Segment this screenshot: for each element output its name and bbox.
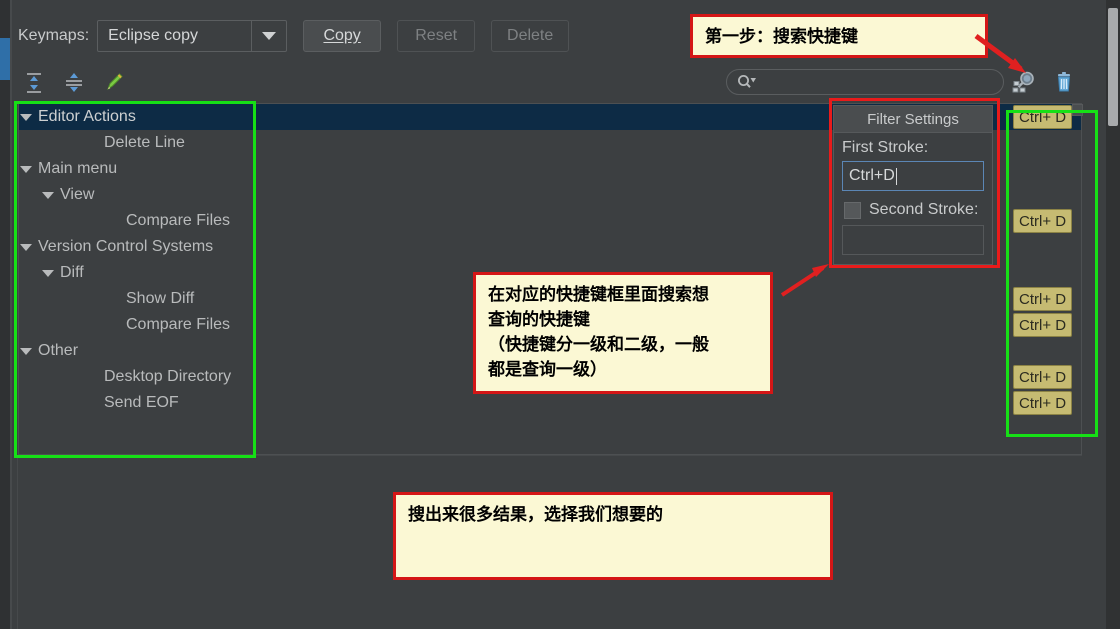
chevron-down-icon — [262, 32, 277, 40]
scrollbar-thumb[interactable] — [1108, 8, 1118, 126]
annotation-middle-line2: 查询的快捷键 — [488, 310, 590, 330]
annotation-bottom: 搜出来很多结果，选择我们想要的 — [393, 492, 833, 580]
text-cursor — [895, 167, 897, 185]
reset-button-label: Reset — [415, 27, 458, 44]
search-input[interactable] — [726, 69, 1004, 95]
second-stroke-checkbox[interactable] — [844, 201, 861, 219]
find-shortcut-icon[interactable] — [1012, 70, 1038, 94]
shortcut-badge: Ctrl+ D — [1013, 391, 1073, 415]
shortcut-badge: Ctrl+ D — [1013, 365, 1073, 389]
annotation-bottom-text: 搜出来很多结果，选择我们想要的 — [408, 505, 663, 525]
tree-row-label: Diff — [60, 264, 84, 281]
delete-button[interactable]: Delete — [491, 20, 570, 52]
tree-row-label: Send EOF — [104, 394, 179, 411]
edit-pencil-icon[interactable] — [102, 70, 126, 94]
expander-triangle-icon[interactable] — [20, 165, 32, 173]
keymap-settings-window: Keymaps: Eclipse copy Copy Reset Delete — [0, 0, 1120, 629]
tree-toolbar — [22, 70, 126, 94]
window-left-divider — [10, 0, 12, 629]
annotation-middle-line4: 都是查询一级） — [488, 360, 607, 380]
second-stroke-label: Second Stroke: — [869, 201, 979, 218]
collapse-all-icon[interactable] — [62, 70, 86, 94]
search-actions — [1012, 70, 1076, 94]
reset-button[interactable]: Reset — [397, 20, 476, 52]
second-stroke-row: Second Stroke: — [834, 191, 992, 219]
tree-row-label: Delete Line — [104, 134, 185, 151]
first-stroke-label: First Stroke: — [842, 139, 929, 156]
tree-row-label: Editor Actions — [38, 108, 136, 125]
keymap-select-arrow[interactable] — [251, 21, 286, 51]
expand-all-icon[interactable] — [22, 70, 46, 94]
tree-row-label: Desktop Directory — [104, 368, 232, 385]
window-left-edge — [0, 0, 10, 629]
tree-row-label: Main menu — [38, 160, 118, 177]
keymap-header-row: Keymaps: Eclipse copy Copy Reset Delete — [18, 18, 570, 54]
tree-row-label: Compare Files — [126, 212, 231, 229]
annotation-middle-line3: （快捷键分一级和二级，一般 — [488, 335, 709, 355]
expander-triangle-icon[interactable] — [20, 243, 32, 251]
delete-button-label: Delete — [507, 27, 554, 44]
shortcut-badge: Ctrl+ D — [1013, 105, 1073, 129]
annotation-middle: 在对应的快捷键框里面搜索想 查询的快捷键 （快捷键分一级和二级，一般 都是查询一… — [473, 272, 773, 394]
first-stroke-input[interactable]: Ctrl+D — [842, 161, 984, 191]
window-vertical-scrollbar[interactable] — [1106, 0, 1120, 629]
copy-button-label: Copy — [323, 27, 361, 44]
expander-triangle-icon[interactable] — [42, 269, 54, 277]
tree-row-label: Version Control Systems — [38, 238, 214, 255]
expander-triangle-icon[interactable] — [20, 347, 32, 355]
shortcut-badge: Ctrl+ D — [1013, 209, 1073, 233]
trash-icon[interactable] — [1052, 70, 1076, 94]
shortcut-badge: Ctrl+ D — [1013, 287, 1073, 311]
first-stroke-value: Ctrl+D — [849, 167, 895, 184]
window-left-accent — [0, 38, 10, 80]
expander-triangle-icon[interactable] — [20, 113, 32, 121]
shortcut-badge: Ctrl+ D — [1013, 313, 1073, 337]
filter-settings-popup[interactable]: Filter Settings First Stroke: Ctrl+D Sec… — [833, 105, 993, 265]
annotation-middle-line1: 在对应的快捷键框里面搜索想 — [488, 285, 709, 305]
search-icon — [738, 75, 756, 88]
tree-row-label: Other — [38, 342, 79, 359]
keymap-select[interactable]: Eclipse copy — [97, 20, 288, 52]
annotation-step1: 第一步：搜索快捷键 — [690, 14, 988, 58]
tree-row-label: View — [60, 186, 95, 203]
keymap-select-value: Eclipse copy — [108, 27, 198, 44]
panel-divider — [18, 455, 1082, 456]
window-lower-divider — [17, 455, 18, 629]
copy-button[interactable]: Copy — [303, 20, 382, 52]
tree-row-label: Compare Files — [126, 316, 231, 333]
tree-row-label: Show Diff — [126, 290, 195, 307]
annotation-step1-text: 第一步：搜索快捷键 — [705, 27, 858, 47]
second-stroke-input[interactable] — [842, 225, 984, 255]
keymaps-label: Keymaps: — [18, 27, 90, 44]
filter-settings-title: Filter Settings — [834, 106, 992, 133]
expander-triangle-icon[interactable] — [42, 191, 54, 199]
